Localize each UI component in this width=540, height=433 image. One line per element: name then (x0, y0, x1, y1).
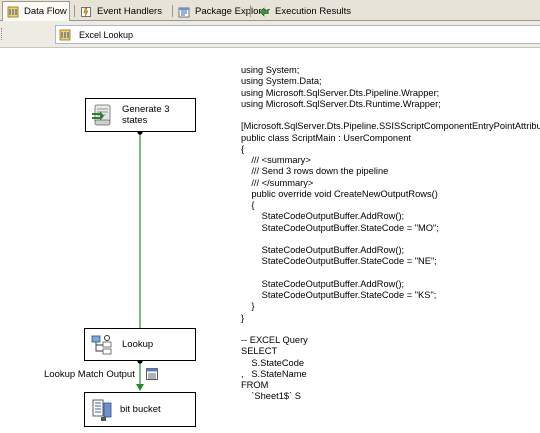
tab-data-flow[interactable]: Data Flow (2, 1, 70, 21)
code-line: /// <summary> (241, 155, 311, 165)
data-flow-icon (7, 6, 19, 18)
data-flow-task-icon (59, 29, 71, 41)
code-line: -- EXCEL Query (241, 335, 308, 345)
event-handlers-icon (80, 6, 92, 18)
tab-execution-results[interactable]: Execution Results (254, 2, 354, 21)
code-line: StateCodeOutputBuffer.AddRow(); (241, 211, 405, 222)
code-line: , S.StateName (241, 368, 307, 379)
component-bit-bucket[interactable]: bit bucket (84, 392, 196, 427)
data-flow-task-selector[interactable]: Excel Lookup (55, 25, 540, 44)
tab-data-flow-label: Data Flow (24, 6, 67, 17)
code-line: StateCodeOutputBuffer.StateCode = "NE"; (241, 256, 437, 267)
data-flow-canvas[interactable]: Generate 3 states Lookup Lookup Match Ou… (0, 48, 540, 433)
code-line: } (241, 301, 255, 312)
path-label-lookup-match-output[interactable]: Lookup Match Output (44, 369, 135, 380)
component-generate-label: Generate 3 states (122, 104, 170, 126)
code-line: StateCodeOutputBuffer.AddRow(); (241, 245, 405, 255)
code-line: `Sheet1$` S (241, 391, 301, 402)
tab-event-handlers-label: Event Handlers (97, 6, 162, 17)
code-line: S.StateCode (241, 357, 305, 368)
code-line: public override void CreateNewOutputRows… (241, 188, 438, 199)
connector-arrowhead-2 (136, 384, 144, 391)
code-line: StateCodeOutputBuffer.AddRow(); (241, 278, 405, 289)
code-line: /// Send 3 rows down the pipeline (241, 166, 389, 177)
code-line: FROM (241, 380, 269, 390)
code-line: StateCodeOutputBuffer.StateCode = "MO"; (241, 222, 439, 233)
code-line: using System.Data; (241, 76, 322, 87)
code-line: { (241, 200, 255, 210)
data-viewer-icon[interactable] (146, 368, 158, 380)
annotation-script-code[interactable]: using System; using System.Data; using Mic… (241, 65, 540, 403)
component-bit-bucket-label: bit bucket (120, 404, 161, 415)
tab-execution-results-label: Execution Results (275, 6, 352, 17)
code-line: [Microsoft.SqlServer.Dts.Pipeline.SSISSc… (241, 121, 540, 132)
code-line: SELECT (241, 346, 278, 357)
code-line: } (241, 312, 245, 323)
data-flow-task-value: Excel Lookup (79, 29, 134, 40)
data-flow-task-bar: Excel Lookup (0, 21, 540, 48)
component-lookup[interactable]: Lookup (84, 328, 196, 361)
script-component-icon (90, 102, 116, 128)
code-line: using Microsoft.SqlServer.Dts.Pipeline.W… (241, 87, 440, 98)
execution-results-icon (258, 6, 270, 18)
code-line: public class ScriptMain : UserComponent (241, 132, 411, 143)
lookup-icon (90, 333, 114, 357)
designer-tab-strip: Data Flow Event Handlers Package Explore… (0, 0, 540, 21)
toolbar-grip (1, 28, 5, 40)
code-line: using System; (241, 65, 300, 75)
ssis-designer-window: Data Flow Event Handlers Package Explore… (0, 0, 540, 433)
tab-event-handlers[interactable]: Event Handlers (76, 2, 168, 21)
component-lookup-label: Lookup (122, 339, 154, 350)
code-line: /// </summary> (241, 177, 314, 188)
package-explorer-icon (178, 6, 190, 18)
code-line: { (241, 143, 245, 154)
destination-icon (90, 397, 114, 423)
code-line: StateCodeOutputBuffer.StateCode = "KS"; (241, 290, 437, 300)
code-line: using Microsoft.SqlServer.Dts.Runtime.Wr… (241, 98, 441, 109)
component-generate-3-states[interactable]: Generate 3 states (85, 98, 196, 132)
